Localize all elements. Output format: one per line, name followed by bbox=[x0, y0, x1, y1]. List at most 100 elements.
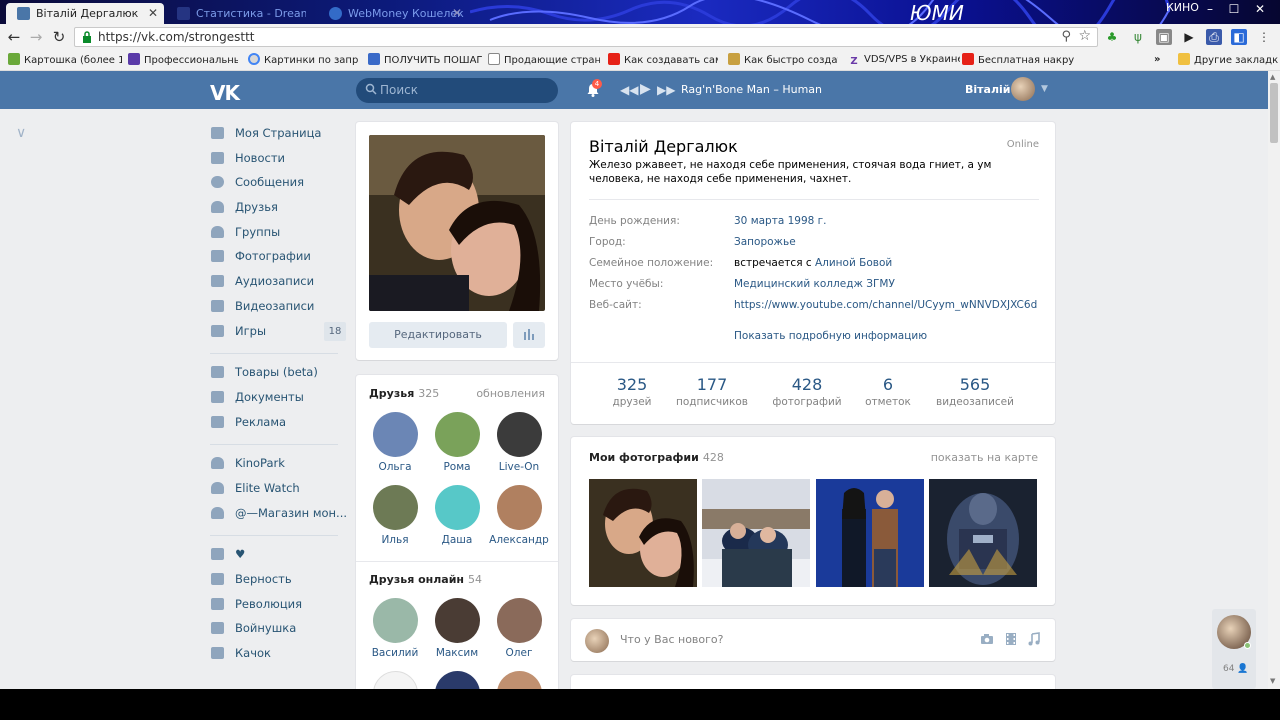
camera-icon[interactable] bbox=[980, 632, 994, 646]
reload-icon[interactable]: ↻ bbox=[49, 27, 69, 47]
friend-item[interactable]: Александр bbox=[488, 485, 550, 546]
menu-item-goods[interactable]: Товары (beta) bbox=[210, 362, 346, 387]
friend-item[interactable]: Рома bbox=[426, 412, 488, 473]
close-icon[interactable]: ✕ bbox=[148, 3, 158, 24]
chevron-down-icon[interactable]: ▼ bbox=[1041, 84, 1048, 94]
menu-item-community[interactable]: Elite Watch bbox=[210, 478, 346, 503]
stats-button[interactable] bbox=[513, 322, 545, 348]
chevron-down-icon[interactable]: ∨ bbox=[16, 125, 26, 141]
friend-item[interactable]: Илья bbox=[364, 485, 426, 546]
zoom-icon[interactable]: ⚲ bbox=[1061, 29, 1071, 44]
bookmark-item[interactable]: Как быстро создать с bbox=[728, 53, 838, 67]
menu-item-audio[interactable]: Аудиозаписи bbox=[210, 271, 346, 296]
photo-thumbnail[interactable] bbox=[589, 479, 697, 587]
menu-item-app[interactable]: Верность bbox=[210, 569, 346, 594]
menu-item-community[interactable]: KinoPark bbox=[210, 453, 346, 478]
scroll-up-icon[interactable]: ▲ bbox=[1270, 73, 1275, 81]
play-icon[interactable]: ▶ bbox=[640, 81, 651, 97]
scroll-down-icon[interactable]: ▼ bbox=[1270, 677, 1275, 685]
bookmark-item[interactable]: ПОЛУЧИТЬ ПОШАГО bbox=[368, 53, 482, 67]
bookmarks-more-button[interactable]: » bbox=[1154, 53, 1168, 67]
minimize-icon[interactable]: – bbox=[1198, 0, 1222, 20]
menu-item-documents[interactable]: Документы bbox=[210, 387, 346, 412]
online-friend-item[interactable] bbox=[488, 671, 550, 689]
show-on-map-link[interactable]: показать на карте bbox=[931, 451, 1038, 464]
menu-item-app[interactable]: Войнушка bbox=[210, 618, 346, 643]
friend-item[interactable]: Ольга bbox=[364, 412, 426, 473]
maximize-icon[interactable]: ☐ bbox=[1222, 0, 1246, 20]
extension-icon[interactable]: ▣ bbox=[1156, 29, 1172, 45]
close-icon[interactable]: ✕ bbox=[452, 3, 462, 24]
menu-item-games[interactable]: Игры 18 bbox=[210, 321, 346, 346]
printer-extension-icon[interactable]: ⎙ bbox=[1206, 29, 1222, 45]
city-link[interactable]: Запорожье bbox=[734, 235, 1039, 249]
now-playing-track[interactable]: Rag'n'Bone Man – Human bbox=[681, 83, 822, 96]
bookmark-item[interactable]: Профессиональный bbox=[128, 53, 238, 67]
tab-vk-profile[interactable]: Віталій Дергалюк ✕ bbox=[6, 3, 164, 24]
other-bookmarks[interactable]: Другие закладки bbox=[1178, 53, 1278, 67]
url-input[interactable]: https://vk.com/strongesttt ⚲ ☆ bbox=[74, 27, 1098, 47]
menu-item-messages[interactable]: Сообщения bbox=[210, 172, 346, 197]
window-close-icon[interactable]: ✕ bbox=[1248, 0, 1272, 20]
online-friend-item[interactable]: Олег bbox=[488, 598, 550, 659]
play-extension-icon[interactable]: ▶ bbox=[1181, 29, 1197, 45]
online-friend-item[interactable]: Василий bbox=[364, 598, 426, 659]
clover-extension-icon[interactable]: ♣ bbox=[1104, 29, 1120, 45]
menu-item-news[interactable]: Новости bbox=[210, 148, 346, 173]
menu-item-app[interactable]: Качок bbox=[210, 643, 346, 668]
online-friend-item[interactable] bbox=[364, 671, 426, 689]
counter-tags[interactable]: 6 отметок bbox=[858, 375, 918, 408]
menu-item-photos[interactable]: Фотографии bbox=[210, 246, 346, 271]
scroll-thumb[interactable] bbox=[1270, 83, 1278, 143]
chat-widget[interactable]: 64 👤 bbox=[1212, 609, 1256, 689]
online-friends-header[interactable]: Друзья онлайн 54 bbox=[369, 573, 482, 586]
menu-item-community[interactable]: @—Магазин мон... bbox=[210, 503, 347, 528]
partner-link[interactable]: Алиной Бовой bbox=[815, 257, 892, 269]
edit-profile-button[interactable]: Редактировать bbox=[369, 322, 507, 348]
bookmark-star-icon[interactable]: ☆ bbox=[1078, 28, 1091, 44]
website-link[interactable]: https://www.youtube.com/channel/UCyym_wN… bbox=[734, 298, 1039, 312]
birthday-link[interactable]: 30 марта 1998 г. bbox=[734, 214, 1039, 228]
new-post-input[interactable]: Что у Вас нового? bbox=[620, 633, 724, 646]
my-photos-header[interactable]: Мои фотографии 428 bbox=[589, 451, 724, 464]
education-link[interactable]: Медицинский колледж ЗГМУ bbox=[734, 277, 1039, 291]
friends-updates-link[interactable]: обновления bbox=[476, 387, 545, 400]
online-friend-item[interactable] bbox=[426, 671, 488, 689]
translate-extension-icon[interactable]: ◧ bbox=[1231, 29, 1247, 45]
sprout-extension-icon[interactable]: ψ bbox=[1130, 29, 1146, 45]
music-icon[interactable] bbox=[1027, 632, 1041, 646]
friend-item[interactable]: Live-On bbox=[488, 412, 550, 473]
photo-thumbnail[interactable] bbox=[816, 479, 924, 587]
menu-item-groups[interactable]: Группы bbox=[210, 222, 346, 247]
bookmark-item[interactable]: Бесплатная накрутка bbox=[962, 53, 1074, 67]
counter-followers[interactable]: 177 подписчиков bbox=[671, 375, 753, 408]
photo-thumbnail[interactable] bbox=[929, 479, 1037, 587]
vk-logo[interactable]: VK bbox=[210, 81, 240, 105]
next-icon[interactable]: ▶▶ bbox=[657, 83, 675, 97]
online-friend-item[interactable]: Максим bbox=[426, 598, 488, 659]
friends-header[interactable]: Друзья 325 bbox=[369, 387, 439, 400]
page-scrollbar[interactable]: ▲ ▼ bbox=[1268, 71, 1280, 689]
profile-photo[interactable] bbox=[369, 135, 545, 311]
counter-videos[interactable]: 565 видеозаписей bbox=[931, 375, 1019, 408]
header-user-name[interactable]: Віталій bbox=[965, 83, 1011, 96]
profile-status[interactable]: Железо ржавеет, не находя себе применени… bbox=[589, 158, 1039, 186]
photo-thumbnail[interactable] bbox=[702, 479, 810, 587]
back-icon[interactable]: ← bbox=[4, 27, 24, 47]
previous-icon[interactable]: ◀◀ bbox=[620, 83, 638, 97]
menu-item-video[interactable]: Видеозаписи bbox=[210, 296, 346, 321]
show-more-info-link[interactable]: Показать подробную информацию bbox=[734, 330, 927, 342]
bookmark-item[interactable]: Z VDS/VPS в Украине bbox=[848, 53, 960, 67]
header-avatar[interactable] bbox=[1011, 77, 1035, 101]
menu-item-app[interactable]: Революция bbox=[210, 594, 346, 619]
friend-item[interactable]: Даша bbox=[426, 485, 488, 546]
menu-item-my-page[interactable]: Моя Страница bbox=[210, 123, 346, 148]
new-post-card[interactable]: Что у Вас нового? bbox=[571, 619, 1055, 661]
tab-statistics[interactable]: Статистика - DreamCa... bbox=[166, 3, 306, 24]
bookmark-item[interactable]: Продающие страниц bbox=[488, 53, 600, 67]
menu-icon[interactable]: ⋮ bbox=[1256, 29, 1272, 45]
menu-item-friends[interactable]: Друзья bbox=[210, 197, 346, 222]
counter-photos[interactable]: 428 фотографий bbox=[768, 375, 846, 408]
counter-friends[interactable]: 325 друзей bbox=[605, 375, 659, 408]
forward-icon[interactable]: → bbox=[26, 27, 46, 47]
